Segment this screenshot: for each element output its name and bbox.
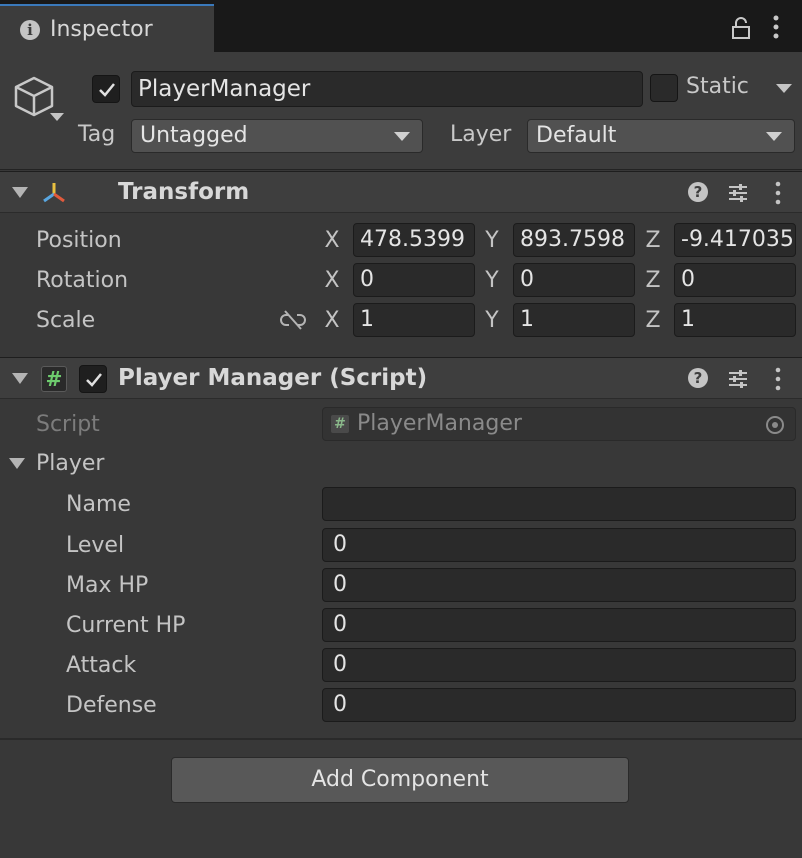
unlinked-scale-icon[interactable] bbox=[280, 309, 306, 331]
player-manager-header[interactable]: # Player Manager (Script) ? bbox=[0, 357, 802, 399]
transform-header[interactable]: Transform ? bbox=[0, 171, 802, 213]
csharp-script-icon: # bbox=[41, 366, 67, 392]
max-hp-label: Max HP bbox=[66, 573, 149, 598]
info-icon: i bbox=[20, 20, 40, 40]
rotation-x-field[interactable]: 0 bbox=[353, 263, 475, 297]
attack-label: Attack bbox=[66, 653, 137, 678]
help-icon[interactable]: ? bbox=[688, 182, 708, 202]
kebab-menu-icon[interactable] bbox=[774, 181, 782, 205]
position-x-field[interactable]: 478.5399 bbox=[353, 223, 475, 257]
scale-z-label[interactable]: Z bbox=[643, 308, 663, 333]
checkmark-icon bbox=[99, 83, 115, 97]
static-checkbox[interactable] bbox=[650, 74, 678, 102]
transform-title: Transform bbox=[118, 179, 250, 205]
tag-dropdown[interactable]: Untagged bbox=[131, 119, 423, 153]
static-label: Static bbox=[686, 74, 749, 99]
tag-label: Tag bbox=[78, 122, 116, 147]
position-z-field[interactable]: -9.417035 bbox=[674, 223, 796, 257]
scale-x-field[interactable]: 1 bbox=[353, 303, 475, 337]
chevron-down-icon bbox=[394, 132, 410, 141]
component-enabled-checkbox[interactable] bbox=[79, 365, 107, 393]
current-hp-label: Current HP bbox=[66, 613, 186, 638]
player-manager-title: Player Manager (Script) bbox=[118, 365, 428, 391]
defense-field[interactable]: 0 bbox=[322, 688, 796, 722]
lock-icon[interactable] bbox=[730, 16, 752, 40]
position-x-label[interactable]: X bbox=[322, 228, 342, 253]
scale-y-label[interactable]: Y bbox=[482, 308, 502, 333]
level-field[interactable]: 0 bbox=[322, 528, 796, 562]
divider bbox=[0, 738, 802, 740]
presets-icon[interactable] bbox=[727, 182, 749, 204]
rotation-z-label[interactable]: Z bbox=[643, 268, 663, 293]
layer-dropdown-value: Default bbox=[536, 123, 617, 148]
position-label: Position bbox=[36, 228, 122, 253]
rotation-x-label[interactable]: X bbox=[322, 268, 342, 293]
position-y-field[interactable]: 893.7598 bbox=[513, 223, 635, 257]
level-label: Level bbox=[66, 533, 125, 558]
position-y-label[interactable]: Y bbox=[482, 228, 502, 253]
chevron-down-icon bbox=[766, 132, 782, 141]
help-icon[interactable]: ? bbox=[688, 368, 708, 388]
position-z-label[interactable]: Z bbox=[643, 228, 663, 253]
layer-dropdown[interactable]: Default bbox=[527, 119, 795, 153]
icon-dropdown-arrow-icon[interactable] bbox=[50, 113, 64, 121]
script-field-value: PlayerManager bbox=[357, 411, 522, 436]
scale-x-label[interactable]: X bbox=[322, 308, 342, 333]
rotation-label: Rotation bbox=[36, 268, 129, 293]
player-foldout-label[interactable]: Player bbox=[36, 451, 104, 476]
current-hp-field[interactable]: 0 bbox=[322, 608, 796, 642]
script-label: Script bbox=[36, 412, 100, 437]
csharp-script-icon: # bbox=[331, 415, 349, 433]
rotation-y-field[interactable]: 0 bbox=[513, 263, 635, 297]
tab-title: Inspector bbox=[50, 17, 153, 42]
gameobject-name-field[interactable]: PlayerManager bbox=[131, 71, 643, 107]
attack-field[interactable]: 0 bbox=[322, 648, 796, 682]
transform-axes-icon bbox=[43, 183, 65, 203]
rotation-y-label[interactable]: Y bbox=[482, 268, 502, 293]
layer-label: Layer bbox=[450, 122, 512, 147]
max-hp-field[interactable]: 0 bbox=[322, 568, 796, 602]
active-checkbox[interactable] bbox=[92, 75, 120, 103]
scale-y-field[interactable]: 1 bbox=[513, 303, 635, 337]
foldout-arrow-icon[interactable] bbox=[12, 373, 28, 384]
player-foldout-arrow-icon[interactable] bbox=[9, 458, 25, 469]
name-label: Name bbox=[66, 492, 131, 517]
static-dropdown-arrow-icon[interactable] bbox=[776, 84, 792, 93]
checkmark-icon bbox=[86, 373, 102, 387]
tag-dropdown-value: Untagged bbox=[140, 123, 248, 148]
object-picker-icon[interactable] bbox=[765, 415, 785, 435]
kebab-menu-icon[interactable] bbox=[774, 367, 782, 391]
name-field[interactable] bbox=[322, 487, 796, 521]
defense-label: Defense bbox=[66, 693, 157, 718]
add-component-button[interactable]: Add Component bbox=[171, 757, 629, 803]
script-object-field[interactable]: # PlayerManager bbox=[322, 407, 796, 441]
kebab-menu-icon[interactable] bbox=[770, 14, 782, 40]
foldout-arrow-icon[interactable] bbox=[12, 187, 28, 198]
scale-z-field[interactable]: 1 bbox=[674, 303, 796, 337]
presets-icon[interactable] bbox=[727, 368, 749, 390]
scale-label: Scale bbox=[36, 308, 96, 333]
tab-inspector[interactable]: i Inspector bbox=[0, 4, 214, 52]
rotation-z-field[interactable]: 0 bbox=[674, 263, 796, 297]
